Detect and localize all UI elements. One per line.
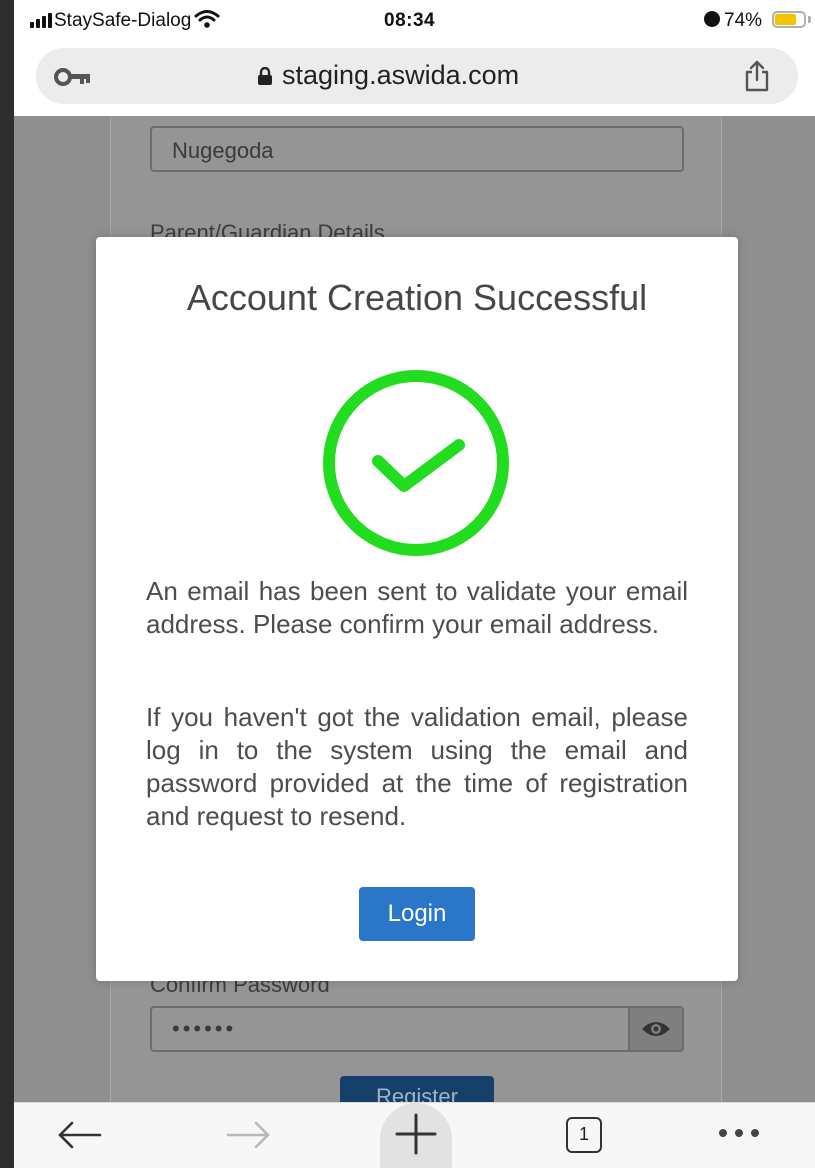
share-icon[interactable]: [742, 60, 772, 92]
show-password-button: [628, 1006, 684, 1052]
email-sent-message: An email has been sent to validate your …: [146, 576, 688, 639]
battery-nub: [808, 16, 811, 23]
clock-time: 08:34: [384, 10, 436, 31]
more-menu-icon[interactable]: [719, 1129, 759, 1137]
success-modal: Account Creation Successful An email has…: [96, 237, 738, 981]
device-bezel: [0, 0, 14, 1168]
url-text: staging.aswida.com: [282, 60, 520, 90]
alarm-icon: [704, 11, 720, 27]
confirm-password-field: ••••••: [150, 1006, 630, 1052]
signal-icon: [30, 12, 52, 28]
browser-address-area: staging.aswida.com: [14, 44, 815, 116]
plus-icon: [395, 1113, 437, 1155]
address-bar[interactable]: staging.aswida.com: [36, 48, 798, 104]
back-arrow-icon[interactable]: [54, 1117, 104, 1153]
lock-icon: [258, 67, 272, 85]
battery-icon: [772, 11, 806, 28]
status-bar: StaySafe-Dialog 08:34 74%: [14, 0, 815, 44]
key-icon[interactable]: [54, 68, 92, 86]
modal-title: Account Creation Successful: [186, 277, 648, 318]
browser-toolbar: 1: [14, 1102, 815, 1168]
eye-icon: [642, 1022, 670, 1036]
forward-arrow-icon[interactable]: [224, 1117, 274, 1153]
new-tab-button[interactable]: [380, 1103, 452, 1168]
check-circle-icon: [323, 370, 509, 556]
resend-instructions: If you haven't got the validation email,…: [146, 702, 688, 831]
phone-screen: StaySafe-Dialog 08:34 74% staging.aswida…: [14, 0, 815, 1168]
tab-switcher-button[interactable]: 1: [566, 1117, 602, 1153]
wifi-icon: [194, 10, 220, 28]
login-button[interactable]: Login: [359, 887, 475, 941]
carrier-name: StaySafe-Dialog: [54, 10, 192, 31]
battery-fill: [775, 14, 796, 25]
battery-percent: 74%: [724, 10, 763, 31]
city-field: Nugegoda: [150, 126, 684, 172]
